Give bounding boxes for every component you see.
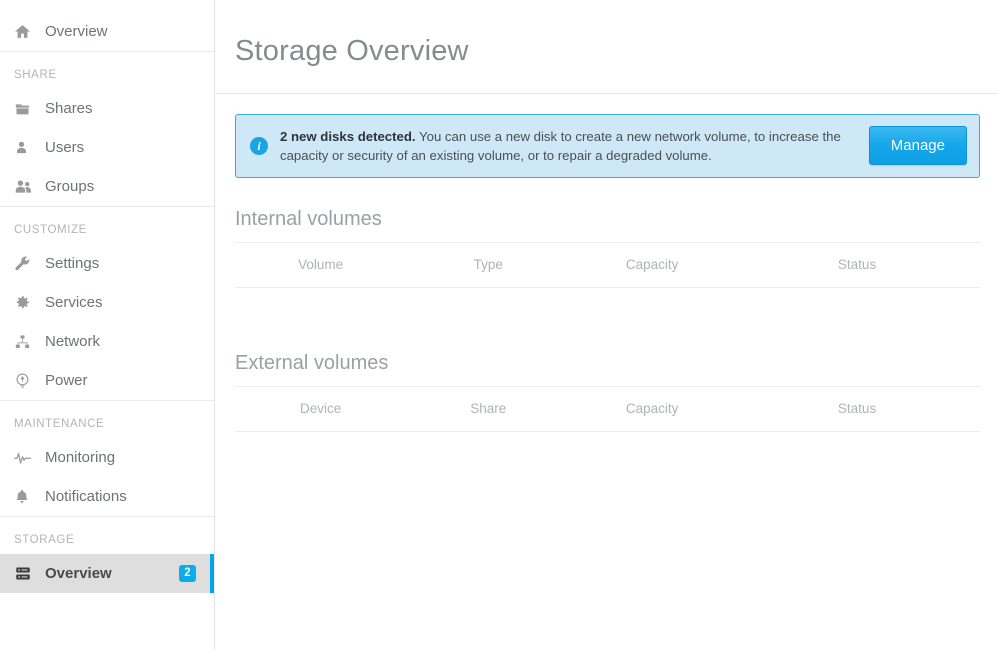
column-header: Share	[406, 385, 571, 432]
wrench-icon	[14, 255, 40, 272]
sidebar-item-shares[interactable]: Shares	[0, 89, 214, 128]
column-header: Status	[734, 241, 980, 288]
column-header: Capacity	[570, 241, 735, 288]
internal-volumes-table: Volume Type Capacity Status	[235, 241, 980, 288]
title-divider	[215, 92, 998, 94]
sidebar-item-settings[interactable]: Settings	[0, 244, 214, 283]
sidebar-item-label: Services	[45, 294, 103, 311]
sidebar-item-network[interactable]: Network	[0, 322, 214, 361]
sidebar-item-services[interactable]: Services	[0, 283, 214, 322]
nav-group-maintenance: MAINTENANCE Monitoring Notifications	[0, 400, 214, 516]
alert-message: 2 new disks detected. You can use a new …	[280, 127, 869, 165]
sidebar-item-label: Overview	[45, 565, 112, 582]
external-volumes-header-row: Device Share Capacity Status	[235, 385, 980, 432]
nav-group-title: CUSTOMIZE	[14, 224, 87, 236]
nav-group-title: STORAGE	[14, 534, 75, 546]
nav-group-storage: STORAGE Overview 2	[0, 516, 214, 593]
user-icon	[14, 139, 40, 156]
sidebar-item-monitoring[interactable]: Monitoring	[0, 438, 214, 477]
external-volumes-table: Device Share Capacity Status	[235, 385, 980, 432]
column-header: Volume	[235, 241, 407, 288]
nav-group-share: SHARE Shares Users Groups	[0, 51, 214, 206]
pulse-icon	[14, 450, 40, 465]
folder-icon	[14, 101, 40, 117]
sidebar-item-label: Users	[45, 139, 85, 156]
info-icon: i	[250, 136, 268, 155]
table-empty-area	[215, 288, 998, 324]
internal-volumes-header-row: Volume Type Capacity Status	[235, 241, 980, 288]
sidebar: Overview SHARE Shares Users Groups CUSTOMIZE S…	[0, 0, 215, 649]
nav-group-title: SHARE	[14, 69, 57, 81]
sidebar-item-label: Monitoring	[45, 449, 116, 466]
external-volumes-title: External volumes	[235, 351, 389, 374]
sidebar-item-label: Shares	[45, 100, 93, 117]
column-header: Capacity	[570, 385, 735, 432]
sidebar-item-label: Settings	[45, 255, 100, 272]
column-header: Device	[235, 385, 407, 432]
home-icon	[14, 23, 40, 40]
gear-icon	[14, 294, 40, 311]
sidebar-item-overview[interactable]: Overview	[0, 12, 214, 51]
sidebar-item-groups[interactable]: Groups	[0, 167, 214, 206]
main-content: Storage Overview i 2 new disks detected.…	[215, 0, 998, 649]
alert-headline: 2 new disks detected.	[280, 128, 416, 144]
sidebar-item-users[interactable]: Users	[0, 128, 214, 167]
sidebar-item-notifications[interactable]: Notifications	[0, 477, 214, 516]
manage-button[interactable]: Manage	[868, 126, 967, 166]
internal-volumes-title: Internal volumes	[235, 207, 382, 230]
internal-volumes-section: Internal volumes Volume Type Capacity Statu…	[235, 178, 980, 288]
sidebar-item-label: Groups	[45, 178, 95, 195]
sidebar-item-label: Notifications	[45, 488, 127, 505]
sidebar-item-overview-selected[interactable]: Overview 2	[0, 554, 214, 593]
nav-group-customize: CUSTOMIZE Settings Services Network Power	[0, 206, 214, 400]
nav-group-title: MAINTENANCE	[14, 418, 105, 430]
external-volumes-section: External volumes Device Share Capacity Stat…	[235, 324, 980, 432]
sidebar-item-label: Overview	[45, 23, 108, 40]
storage-icon	[14, 565, 40, 582]
page-title: Storage Overview	[235, 35, 469, 68]
sidebar-item-label: Network	[45, 333, 101, 350]
power-icon	[14, 372, 40, 389]
sidebar-item-power[interactable]: Power	[0, 361, 214, 400]
new-disks-alert-banner: i 2 new disks detected. You can use a ne…	[235, 113, 980, 178]
active-indicator	[210, 554, 214, 593]
storage-overview-page: Overview SHARE Shares Users Groups CUSTOMIZE S…	[0, 0, 998, 649]
column-header: Status	[734, 385, 980, 432]
column-header: Type	[406, 241, 571, 288]
sidebar-item-badge: 2	[179, 565, 196, 582]
nav-group-main: Overview	[0, 0, 214, 51]
users-group-icon	[14, 178, 40, 195]
sidebar-item-label: Power	[45, 372, 88, 389]
bell-icon	[14, 488, 40, 505]
network-icon	[14, 334, 40, 350]
